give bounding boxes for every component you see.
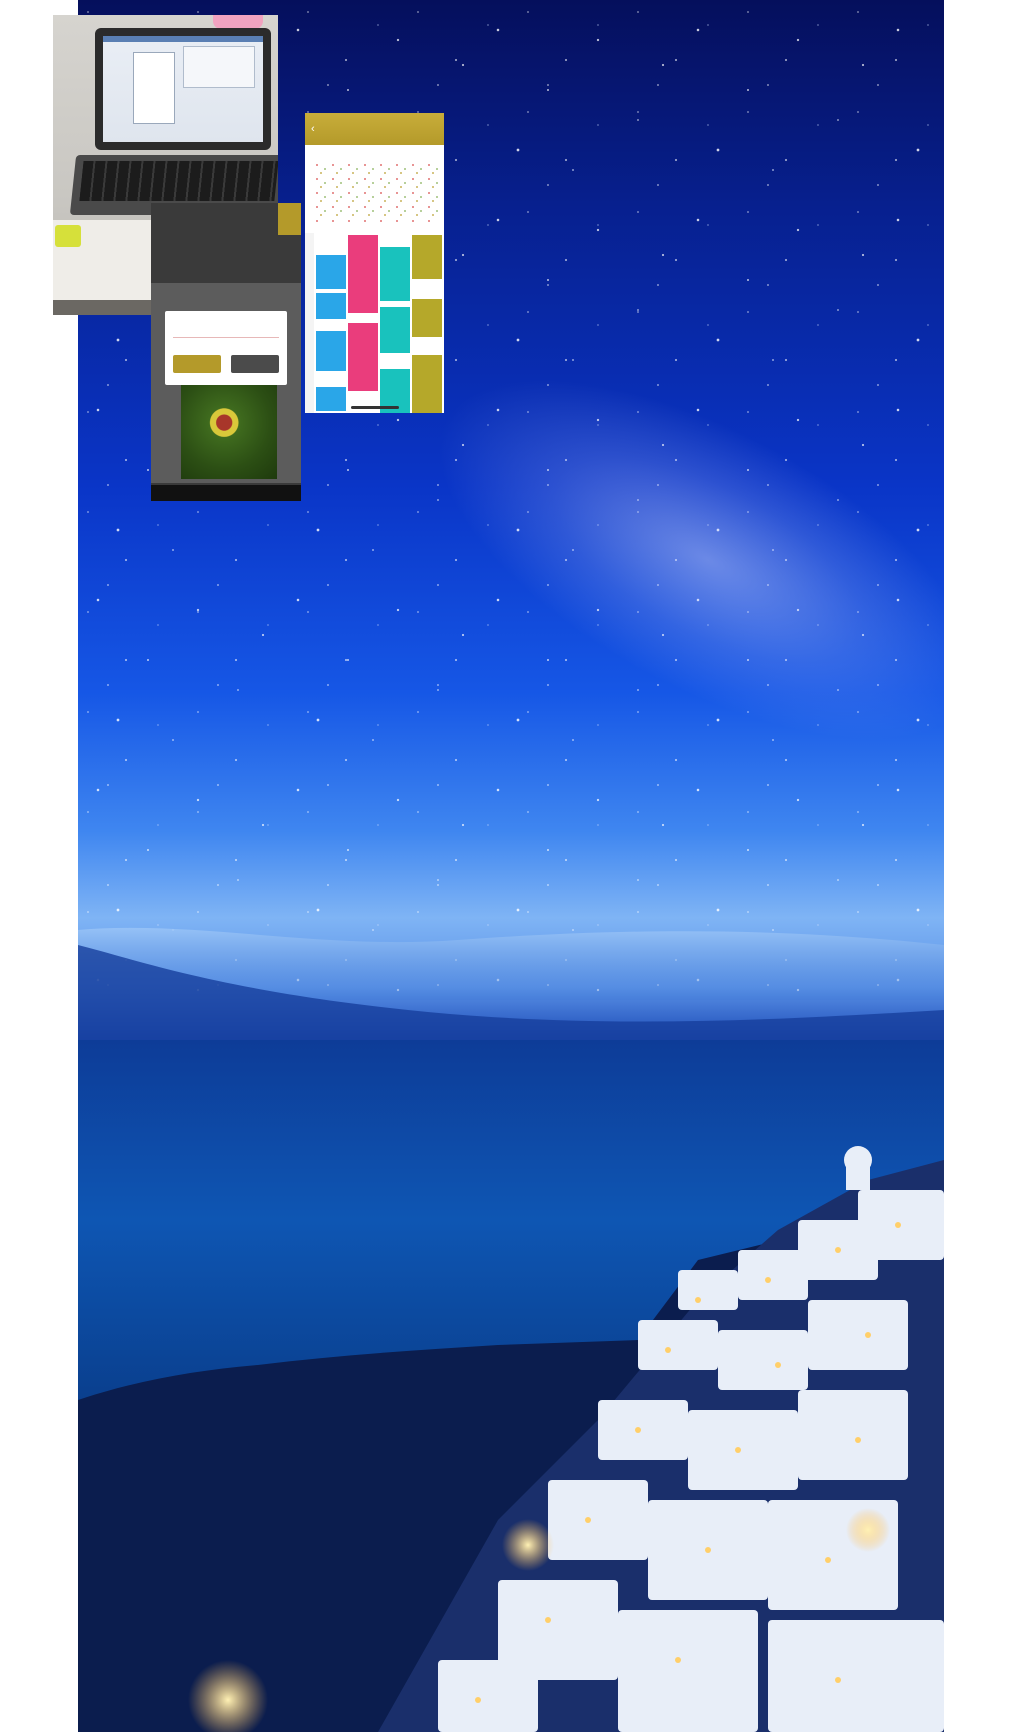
back-arrow-icon: ‹: [311, 123, 315, 135]
laptop-screen-frame: [95, 28, 271, 150]
dialog-box: [165, 311, 287, 385]
class-block: [348, 235, 378, 313]
class-block: [316, 331, 346, 371]
phone-dialog-thumbnail[interactable]: [151, 203, 301, 501]
taskbar: [103, 36, 263, 42]
dialog-ok-button: [173, 355, 221, 373]
class-block: [412, 235, 442, 279]
sticky-note: [55, 225, 81, 247]
time-column: [305, 233, 314, 413]
class-block: [348, 323, 378, 391]
timetable-thumbnail[interactable]: ‹: [305, 113, 444, 413]
home-screen: ‹: [0, 0, 1020, 1732]
calendar-dots: [313, 161, 441, 223]
class-block: [380, 247, 410, 301]
class-block: [412, 355, 442, 413]
pink-object: [213, 15, 263, 29]
dialog-input: [173, 319, 279, 338]
class-block: [316, 255, 346, 289]
class-block: [412, 299, 442, 337]
window-preview: [183, 46, 255, 88]
timetable-column: [316, 235, 346, 413]
class-block: [316, 387, 346, 411]
timetable-column: [380, 235, 410, 413]
laptop-screen: [103, 36, 263, 142]
home-indicator: [351, 406, 399, 409]
timetable-column: [412, 235, 442, 413]
class-block: [380, 307, 410, 353]
calendar-grid: [305, 145, 444, 225]
flower-photo: [181, 385, 277, 479]
navigation-bar: [151, 485, 301, 501]
app-header-strip: [278, 203, 301, 235]
timetable-column: [348, 235, 378, 413]
keyboard: [79, 161, 278, 201]
dialog-cancel-button: [231, 355, 279, 373]
phone-window-preview: [133, 52, 175, 124]
lamp-glow: [846, 1508, 890, 1552]
timetable-header: ‹: [305, 113, 444, 145]
lamp-glow: [502, 1519, 554, 1571]
class-block: [316, 293, 346, 319]
